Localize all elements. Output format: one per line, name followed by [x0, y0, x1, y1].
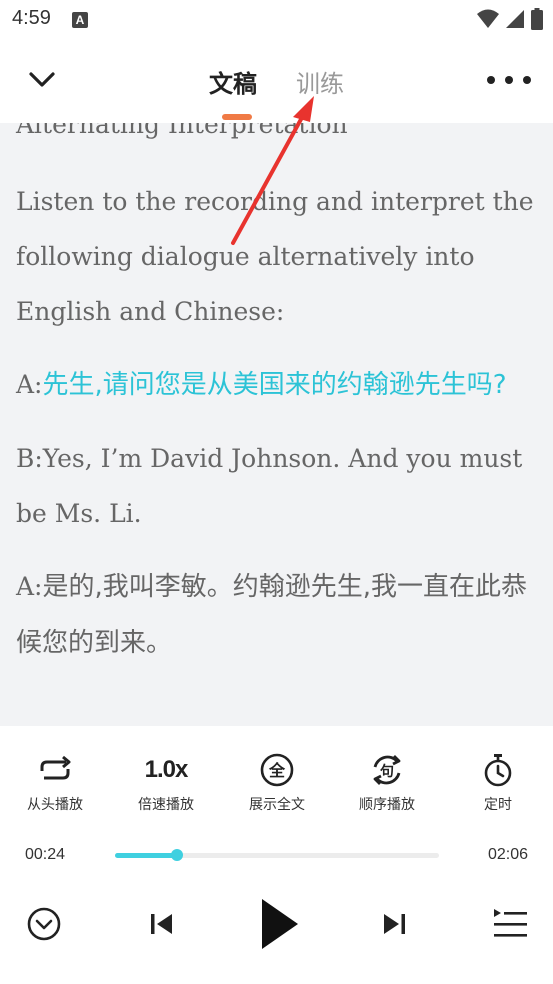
previous-icon: [151, 914, 172, 934]
speaker-label: A:: [16, 572, 43, 601]
full-text-icon: 全: [260, 753, 294, 787]
progress-bar[interactable]: [115, 849, 439, 861]
next-icon: [384, 914, 405, 934]
total-time: 02:06: [487, 846, 528, 863]
playlist-button[interactable]: [488, 904, 532, 944]
full-text-label: 展示全文: [249, 797, 305, 813]
more-dot: [487, 76, 495, 84]
progress-handle[interactable]: [170, 849, 183, 861]
sequence-play-button[interactable]: 句 顺序播放: [337, 750, 437, 814]
tab-transcript[interactable]: 文稿: [209, 64, 257, 99]
sequence-label: 顺序播放: [359, 797, 415, 813]
wifi-icon: [477, 9, 499, 28]
speed-label: 倍速播放: [138, 797, 194, 813]
dialogue-line[interactable]: A:先生,请问您是从美国来的约翰逊先生吗?: [16, 357, 544, 413]
speaker-label: A:: [16, 370, 43, 399]
transcript-area[interactable]: Alternating Interpretation Listen to the…: [0, 123, 553, 726]
signal-icon: [506, 10, 524, 28]
playback-speed-button[interactable]: 1.0x 倍速播放: [116, 750, 216, 814]
more-button[interactable]: [487, 68, 531, 92]
show-full-text-button[interactable]: 全 展示全文: [227, 750, 327, 814]
more-dot: [523, 76, 531, 84]
playlist-icon: [494, 909, 527, 937]
transcript-content: Alternating Interpretation Listen to the…: [16, 123, 544, 689]
header: 文稿 训练: [0, 40, 553, 123]
play-icon: [262, 899, 298, 949]
sequence-play-icon: 句: [373, 755, 401, 785]
timer-icon: [484, 754, 512, 787]
progress-fill: [115, 853, 177, 858]
replay-label: 从头播放: [27, 797, 83, 813]
transcript-instruction: Listen to the recording and interpret th…: [16, 187, 534, 326]
timer-button[interactable]: 定时: [448, 750, 548, 814]
chevron-down-icon: [29, 72, 55, 87]
previous-button[interactable]: [142, 904, 182, 944]
player-controls: 从头播放 1.0x 倍速播放 全 展示全文 句 顺序播放 定时 00:24 02…: [0, 726, 553, 984]
back-button[interactable]: [24, 62, 60, 98]
replay-from-start-button[interactable]: 从头播放: [5, 750, 105, 814]
dialogue-line[interactable]: B:Yes, I’m David Johnson. And you must b…: [16, 431, 544, 541]
dialogue-text: Yes, I’m David Johnson. And you must be …: [16, 444, 523, 528]
dialogue-text: 是的,我叫李敏。约翰逊先生,我一直在此恭候您的到来。: [16, 572, 528, 658]
more-dot: [505, 76, 513, 84]
status-time: 4:59: [12, 7, 51, 29]
tab-training[interactable]: 训练: [296, 64, 344, 99]
repeat-icon: [40, 755, 71, 780]
dialogue-text: 先生,请问您是从美国来的约翰逊先生吗?: [42, 370, 507, 400]
dialogue-line[interactable]: A:是的,我叫李敏。约翰逊先生,我一直在此恭候您的到来。: [16, 559, 544, 671]
battery-icon: [531, 8, 543, 30]
full-text-glyph: 全: [268, 761, 286, 780]
next-button[interactable]: [374, 904, 414, 944]
active-tab-indicator: [222, 114, 252, 120]
status-icons: [477, 8, 543, 30]
speed-icon: 1.0x: [144, 756, 189, 783]
transcript-fade: [0, 686, 553, 726]
notification-a-icon: A: [72, 12, 88, 28]
timer-label: 定时: [484, 797, 512, 813]
collapse-button[interactable]: [24, 904, 64, 944]
play-button[interactable]: [247, 894, 307, 954]
current-time: 00:24: [25, 846, 66, 863]
collapse-icon: [27, 907, 61, 941]
status-bar: 4:59 A: [0, 0, 553, 40]
speaker-label: B:: [16, 444, 43, 473]
transcript-heading: Alternating Interpretation: [16, 123, 348, 139]
sequence-glyph: 句: [380, 763, 394, 780]
